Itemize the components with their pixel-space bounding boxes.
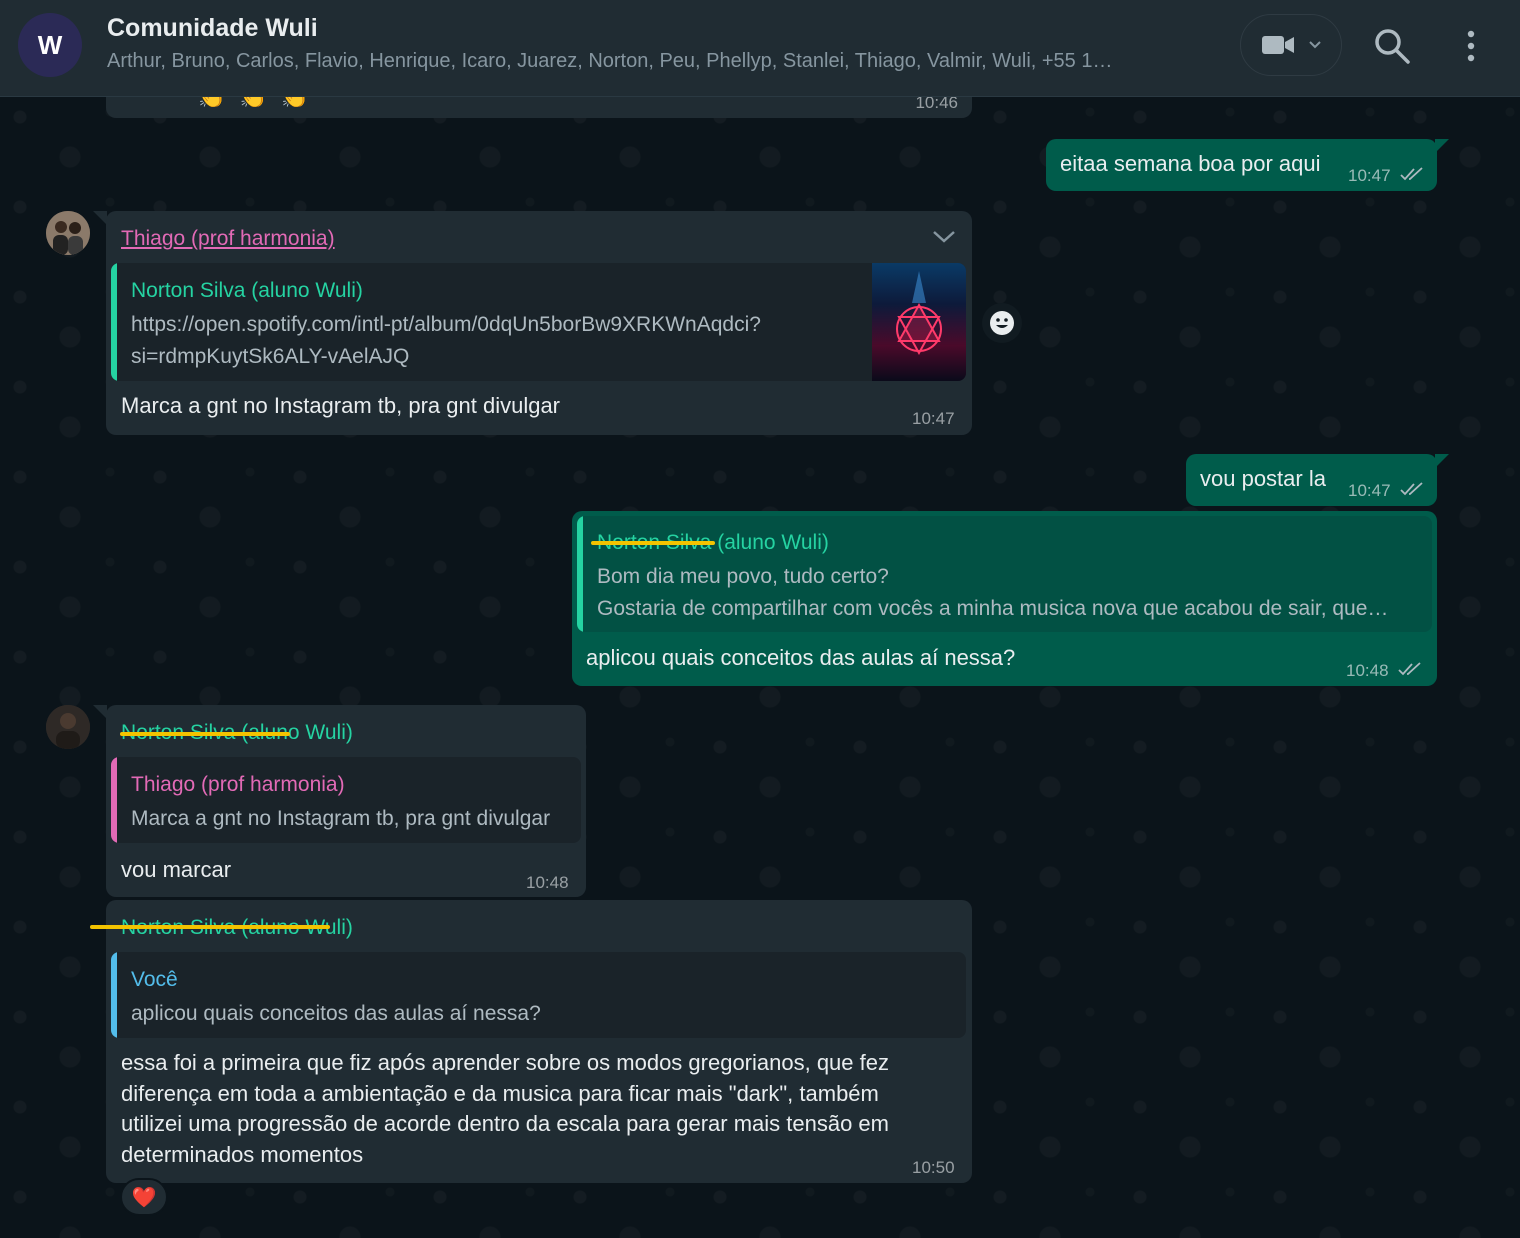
profile-photo	[46, 211, 90, 255]
redaction-strike	[90, 925, 330, 929]
search-icon[interactable]	[1372, 26, 1412, 66]
double-check-icon	[1398, 662, 1421, 676]
quote-text-line: Gostaria de compartilhar com vocês a min…	[597, 597, 1389, 620]
quote-author: Norton Silva (aluno Wuli)	[131, 279, 363, 302]
quote-bar	[111, 952, 117, 1038]
quote-text-line: aplicou quais conceitos das aulas aí nes…	[131, 1002, 541, 1025]
message-bubble-outgoing[interactable]: vou postar la 10:47	[1186, 454, 1437, 506]
message-text-line: diferença em toda a ambientação e da mus…	[121, 1081, 879, 1106]
chevron-down-icon	[1309, 41, 1321, 49]
message-text: vou marcar	[121, 857, 232, 882]
heart-reaction-icon: ❤️	[131, 1185, 157, 1209]
message-text: vou postar la	[1200, 466, 1326, 491]
quoted-message[interactable]: Norton Silva (aluno Wuli) Bom dia meu po…	[577, 516, 1432, 632]
message-bubble-incoming[interactable]: Norton Silva (aluno Wuli) Você aplicou q…	[106, 900, 972, 1183]
bubble-tail	[93, 211, 107, 225]
message-text-line: utilizei uma progressão de acorde dentro…	[121, 1111, 889, 1136]
profile-photo	[46, 705, 90, 749]
quote-text-line: https://open.spotify.com/intl-pt/album/0…	[131, 313, 761, 336]
quote-author: Thiago (prof harmonia)	[131, 773, 345, 796]
quoted-message[interactable]: Norton Silva (aluno Wuli) https://open.s…	[111, 263, 966, 381]
quoted-message[interactable]: Você aplicou quais conceitos das aulas a…	[111, 952, 966, 1038]
quote-text-line: Bom dia meu povo, tudo certo?	[597, 565, 889, 588]
double-check-icon	[1400, 482, 1423, 496]
message-time: 10:47	[1348, 166, 1391, 185]
quote-bar	[111, 263, 117, 381]
quote-bar	[111, 757, 117, 843]
more-options-icon[interactable]	[1456, 26, 1486, 66]
smiley-icon	[990, 311, 1014, 335]
bubble-tail	[1435, 454, 1449, 468]
redaction-strike	[591, 541, 715, 545]
message-text: aplicou quais conceitos das aulas aí nes…	[586, 645, 1016, 670]
thiago-avatar[interactable]	[46, 211, 90, 255]
chevron-down-icon[interactable]	[932, 230, 956, 244]
message-bubble-incoming[interactable]: Norton Silva (aluno Wuli) Thiago (prof h…	[106, 705, 586, 897]
message-bubble-outgoing[interactable]: Norton Silva (aluno Wuli) Bom dia meu po…	[572, 511, 1437, 686]
message-text-line: essa foi a primeira que fiz após aprende…	[121, 1050, 889, 1075]
message-bubble-incoming[interactable]: Thiago (prof harmonia) Norton Silva (alu…	[106, 211, 972, 435]
message-text: eitaa semana boa por aqui	[1060, 151, 1321, 176]
album-thumbnail	[872, 263, 966, 381]
quote-text-line: Marca a gnt no Instagram tb, pra gnt div…	[131, 807, 551, 830]
chat-header: W Comunidade Wuli Arthur, Bruno, Carlos,…	[0, 0, 1520, 97]
double-check-icon	[1400, 167, 1423, 181]
group-avatar-letter: W	[37, 29, 63, 60]
video-call-button[interactable]	[1240, 14, 1342, 76]
message-time: 10:48	[1346, 661, 1389, 680]
quoted-message[interactable]: Thiago (prof harmonia) Marca a gnt no In…	[111, 757, 581, 843]
message-time: 10:47	[912, 409, 955, 428]
react-emoji-button[interactable]	[982, 303, 1022, 343]
message-text-line: determinados momentos	[121, 1142, 364, 1167]
quote-author: Você	[131, 968, 178, 991]
message-time: 10:47	[1348, 481, 1391, 500]
message-time: 10:50	[912, 1158, 955, 1177]
video-camera-icon	[1262, 36, 1294, 54]
bubble-tail	[93, 705, 107, 719]
bubble-tail	[1435, 139, 1449, 153]
sender-name[interactable]: Thiago (prof harmonia)	[121, 225, 335, 254]
message-bubble-outgoing[interactable]: eitaa semana boa por aqui 10:47	[1046, 139, 1437, 191]
quote-text-line: si=rdmpKuytSk6ALY-vAelAJQ	[131, 345, 410, 368]
quote-bar	[577, 516, 583, 632]
message-reaction[interactable]: ❤️	[120, 1178, 168, 1216]
norton-avatar[interactable]	[46, 705, 90, 749]
message-time: 10:48	[526, 873, 569, 892]
album-art-icon	[896, 271, 942, 356]
group-avatar[interactable]: W	[18, 13, 82, 77]
redaction-strike	[120, 732, 290, 736]
group-title[interactable]: Comunidade Wuli	[107, 14, 318, 43]
group-members-list[interactable]: Arthur, Bruno, Carlos, Flavio, Henrique,…	[107, 50, 1197, 73]
message-text: Marca a gnt no Instagram tb, pra gnt div…	[121, 393, 561, 418]
